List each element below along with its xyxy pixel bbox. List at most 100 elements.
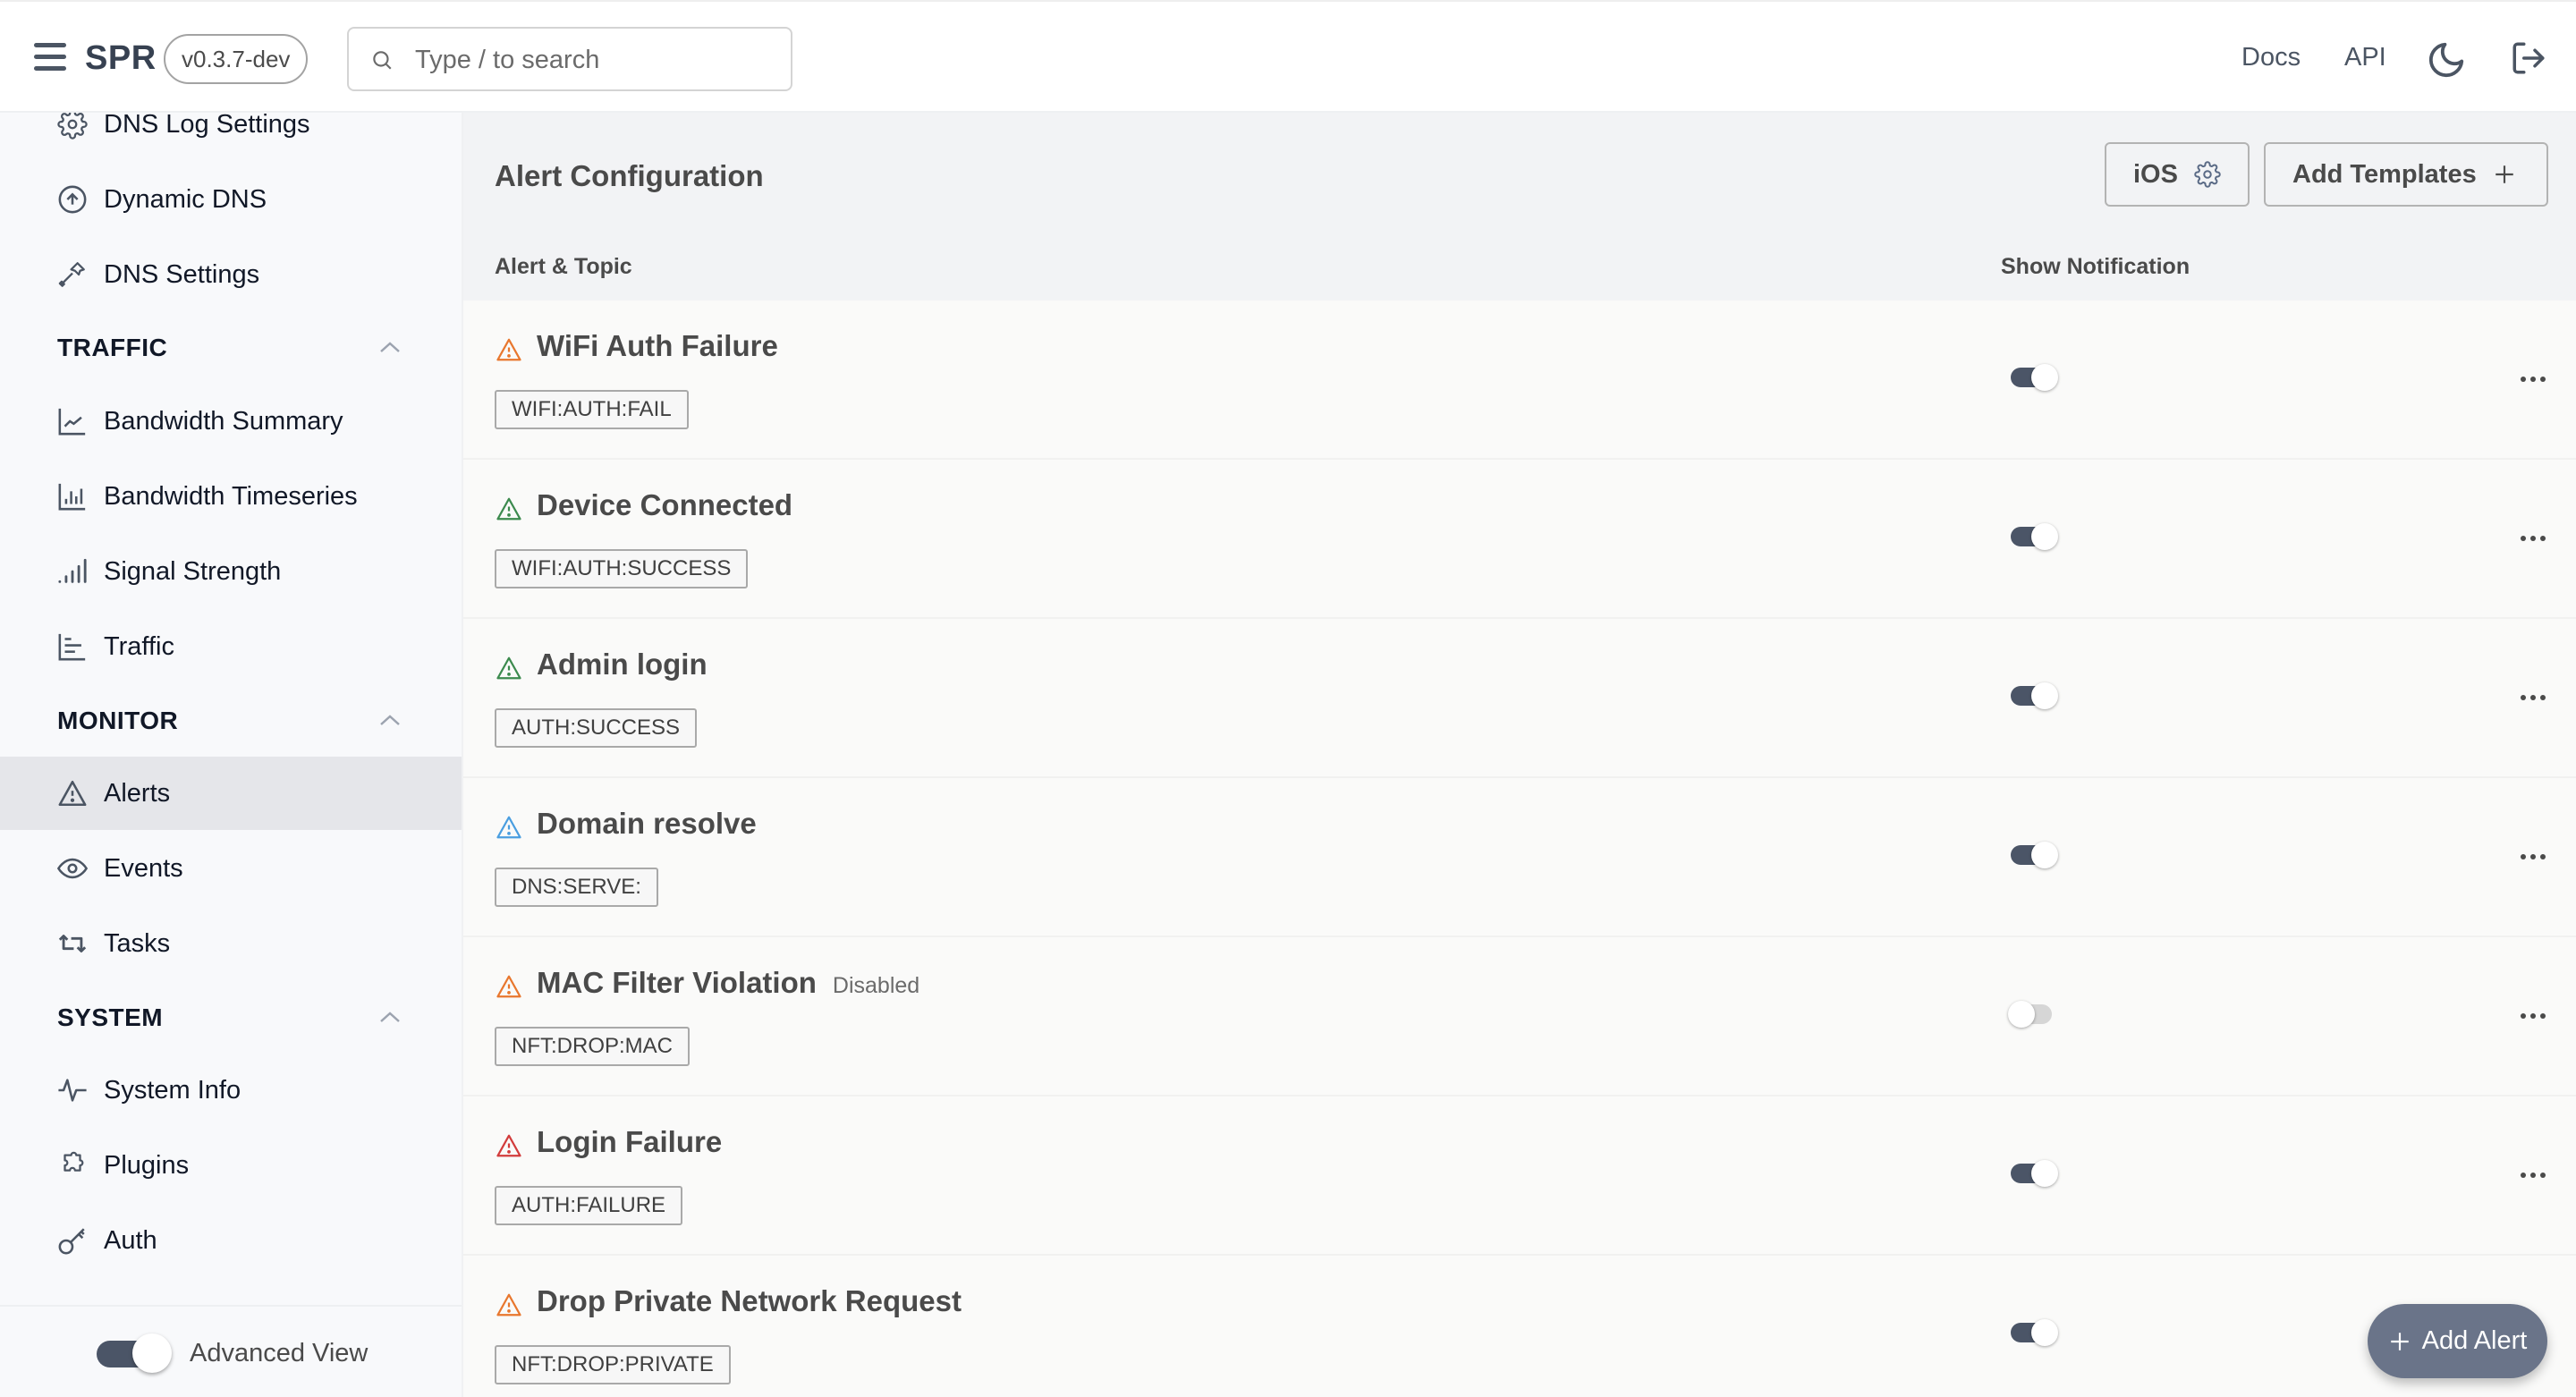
alert-name: Admin login	[537, 648, 708, 682]
sidebar-item-dns-settings[interactable]: DNS Settings	[0, 238, 462, 311]
sidebar-item-alerts[interactable]: Alerts	[0, 757, 462, 830]
alert-row[interactable]: Admin login AUTH:SUCCESS	[463, 619, 2576, 778]
alert-name-text: Admin login	[537, 648, 708, 681]
eye-icon	[57, 853, 88, 884]
alert-name-text: Domain resolve	[537, 807, 757, 840]
chevron-up-icon	[377, 1009, 402, 1025]
sidebar-item-auth[interactable]: Auth	[0, 1204, 462, 1277]
show-notification-toggle[interactable]	[2011, 523, 2058, 550]
alert-row[interactable]: Domain resolve DNS:SERVE:	[463, 778, 2576, 937]
sidebar-item-events[interactable]: Events	[0, 832, 462, 905]
alert-row[interactable]: WiFi Auth Failure WIFI:AUTH:FAIL	[463, 301, 2576, 460]
alert-name: Drop Private Network Request	[537, 1284, 962, 1318]
show-notification-toggle[interactable]	[2011, 364, 2058, 391]
sidebar-item-label: Auth	[104, 1225, 157, 1255]
brand-logo[interactable]: SPR	[85, 39, 157, 78]
sidebar-item-dns-log-settings[interactable]: DNS Log Settings	[0, 113, 462, 161]
topic-tag: WIFI:AUTH:FAIL	[495, 390, 689, 429]
alert-name-text: Device Connected	[537, 488, 793, 521]
horizontal-bar-chart-icon	[57, 631, 88, 662]
warning-triangle-icon	[495, 814, 523, 841]
search-icon	[370, 48, 394, 72]
key-icon	[57, 1225, 88, 1256]
sidebar-item-label: System Info	[104, 1075, 242, 1105]
show-notification-toggle[interactable]	[2008, 1001, 2052, 1028]
add-alert-button[interactable]: Add Alert	[2368, 1304, 2547, 1378]
sidebar-item-plugins[interactable]: Plugins	[0, 1129, 462, 1202]
section-system[interactable]: SYSTEM	[0, 991, 462, 1045]
warning-triangle-icon	[495, 1132, 523, 1159]
gear-icon	[2194, 161, 2221, 188]
section-monitor[interactable]: MONITOR	[0, 694, 462, 748]
hammer-icon	[57, 259, 88, 290]
bar-chart-icon	[57, 481, 88, 512]
api-link[interactable]: API	[2344, 43, 2386, 72]
alert-row[interactable]: MAC Filter Violation Disabled NFT:DROP:MAC	[463, 937, 2576, 1096]
sidebar-item-tasks[interactable]: Tasks	[0, 907, 462, 980]
alert-name-text: Login Failure	[537, 1125, 723, 1158]
add-alert-label: Add Alert	[2421, 1326, 2528, 1355]
signal-icon	[57, 556, 88, 587]
sidebar-item-label: Traffic	[104, 631, 174, 661]
alert-name-text: MAC Filter Violation	[537, 966, 817, 999]
logout-icon[interactable]	[2510, 39, 2547, 77]
search-box[interactable]	[347, 27, 792, 91]
show-notification-toggle[interactable]	[2011, 842, 2058, 868]
moon-icon[interactable]	[2426, 39, 2467, 80]
sidebar-item-label: Signal Strength	[104, 556, 282, 586]
sidebar-item-bandwidth-summary[interactable]: Bandwidth Summary	[0, 385, 462, 458]
topic-tag: NFT:DROP:MAC	[495, 1027, 690, 1066]
warning-triangle-icon	[57, 778, 88, 809]
page-title: Alert Configuration	[495, 159, 764, 192]
sidebar-item-bandwidth-timeseries[interactable]: Bandwidth Timeseries	[0, 460, 462, 533]
alert-name: Login Failure	[537, 1125, 722, 1159]
section-title: MONITOR	[57, 707, 179, 734]
ios-button-label: iOS	[2133, 159, 2178, 189]
chevron-up-icon	[377, 339, 402, 355]
sidebar-item-label: Bandwidth Summary	[104, 406, 343, 436]
sidebar-item-system-info[interactable]: System Info	[0, 1054, 462, 1127]
sidebar-item-signal-strength[interactable]: Signal Strength	[0, 535, 462, 608]
docs-link[interactable]: Docs	[2241, 43, 2301, 72]
version-badge: v0.3.7-dev	[164, 34, 309, 84]
advanced-view-toggle[interactable]	[97, 1334, 172, 1373]
alert-row[interactable]: Login Failure AUTH:FAILURE	[463, 1096, 2576, 1256]
plus-icon	[2388, 1330, 2411, 1353]
hamburger-icon[interactable]	[32, 41, 68, 73]
alert-name: MAC Filter Violation Disabled	[537, 966, 919, 1000]
more-options-icon[interactable]	[2517, 689, 2549, 707]
arrow-up-circle-icon	[57, 184, 88, 215]
section-traffic[interactable]: TRAFFIC	[0, 321, 462, 375]
more-options-icon[interactable]	[2517, 370, 2549, 388]
show-notification-toggle[interactable]	[2011, 1160, 2058, 1187]
disabled-badge: Disabled	[832, 973, 920, 998]
sidebar-footer: Advanced View	[0, 1305, 462, 1397]
show-notification-toggle[interactable]	[2011, 1319, 2058, 1346]
more-options-icon[interactable]	[2517, 848, 2549, 866]
sidebar-item-label: DNS Log Settings	[104, 113, 310, 139]
search-input[interactable]	[415, 36, 773, 84]
sidebar-item-traffic[interactable]: Traffic	[0, 610, 462, 683]
show-notification-toggle[interactable]	[2011, 682, 2058, 709]
topic-tag: NFT:DROP:PRIVATE	[495, 1345, 731, 1384]
alert-name-text: Drop Private Network Request	[537, 1284, 962, 1317]
activity-icon	[57, 1075, 88, 1105]
more-options-icon[interactable]	[2517, 1007, 2549, 1025]
alert-row[interactable]: Device Connected WIFI:AUTH:SUCCESS	[463, 460, 2576, 619]
topic-tag: AUTH:FAILURE	[495, 1186, 683, 1225]
more-options-icon[interactable]	[2517, 529, 2549, 547]
alerts-list: WiFi Auth Failure WIFI:AUTH:FAIL Device Co…	[463, 301, 2576, 1397]
ios-settings-button[interactable]: iOS	[2105, 142, 2250, 207]
sidebar-item-label: Bandwidth Timeseries	[104, 481, 358, 511]
puzzle-icon	[57, 1150, 88, 1181]
add-templates-button[interactable]: Add Templates	[2264, 142, 2548, 207]
sidebar-item-dynamic-dns[interactable]: Dynamic DNS	[0, 163, 462, 236]
repeat-icon	[57, 928, 88, 959]
column-header-show-notification: Show Notification	[2001, 254, 2190, 279]
more-options-icon[interactable]	[2517, 1166, 2549, 1184]
section-title: SYSTEM	[57, 1003, 164, 1031]
warning-triangle-icon	[495, 973, 523, 1000]
warning-triangle-icon	[495, 495, 523, 522]
warning-triangle-icon	[495, 655, 523, 682]
alert-row[interactable]: Drop Private Network Request NFT:DROP:PRI…	[463, 1256, 2576, 1397]
